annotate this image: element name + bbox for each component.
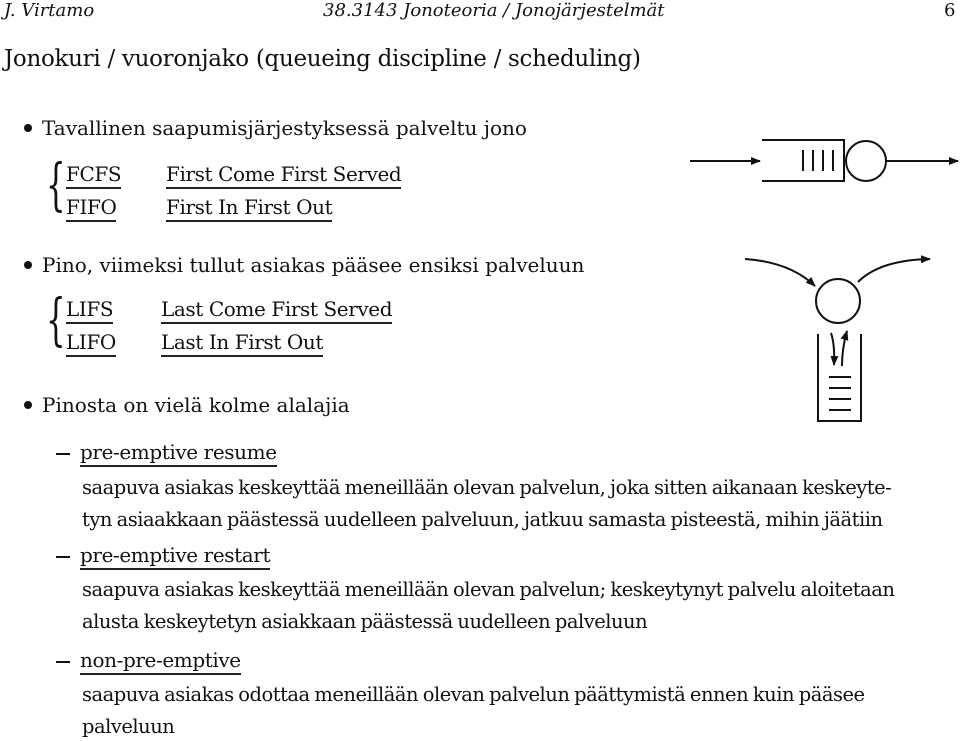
page-title: Jonokuri / vuoronjako (queueing discipli… [4, 46, 641, 72]
dash-icon [56, 452, 70, 455]
term-abbr: LIFO [66, 330, 116, 357]
departure-arrow-icon [857, 255, 931, 283]
subitem-text-line: saapuva asiakas keskeyttää meneillään ol… [82, 578, 895, 601]
term-meaning: First Come First Served [166, 162, 402, 189]
push-arrow-icon [830, 332, 839, 366]
lifo-stack-diagram [744, 255, 931, 422]
subitem-text-line: saapuva asiakas odottaa meneillään oleva… [82, 683, 865, 706]
dash-icon [56, 660, 70, 663]
subitem-text-line: palveluun [82, 715, 175, 738]
left-brace-icon: { [46, 288, 66, 353]
header-page-number: 6 [944, 0, 956, 21]
server-circle [815, 278, 861, 324]
bullet-text: Pino, viimeksi tullut asiakas pääsee ens… [42, 253, 585, 277]
bullet-text: Pinosta on vielä kolme alalajia [42, 393, 350, 417]
dash-icon [56, 555, 70, 558]
bullet-item: Tavallinen saapumisjärjestyksessä palvel… [24, 116, 527, 140]
pop-arrow-icon [840, 330, 849, 367]
bullet-item: Pino, viimeksi tullut asiakas pääsee ens… [24, 253, 584, 277]
term-meaning: First In First Out [166, 195, 333, 222]
header-course: 38.3143 Jonoteoria / Jonojärjestelmät [323, 0, 665, 21]
subitem-text-line: saapuva asiakas keskeyttää meneillään ol… [82, 476, 892, 499]
bullet-icon [24, 260, 32, 269]
bullet-text: Tavallinen saapumisjärjestyksessä palvel… [42, 116, 527, 140]
subitem-text-line: tyn asiaakkaan päästessä uudelleen palve… [82, 508, 883, 531]
term-meaning: Last Come First Served [161, 297, 392, 324]
subitem-label: pre-emptive restart [56, 543, 271, 570]
bullet-item: Pinosta on vielä kolme alalajia [24, 393, 350, 417]
bullet-icon [24, 123, 32, 132]
term-meaning: Last In First Out [161, 330, 323, 357]
term-abbr: FIFO [66, 195, 117, 222]
subitem-label: non-pre-emptive [56, 648, 241, 675]
bullet-icon [24, 400, 32, 409]
arrival-arrow-icon [744, 258, 816, 287]
fifo-queue-diagram [690, 139, 959, 182]
term-abbr: FCFS [66, 162, 122, 189]
subitem-text-line: alusta keskeytetyn asiakkaan päästessä u… [82, 610, 648, 633]
left-brace-icon: { [46, 153, 66, 218]
subitem-label: pre-emptive resume [56, 440, 277, 467]
term-abbr: LIFS [66, 297, 114, 324]
server-circle [845, 140, 887, 182]
header-author: J. Virtamo [4, 0, 95, 21]
